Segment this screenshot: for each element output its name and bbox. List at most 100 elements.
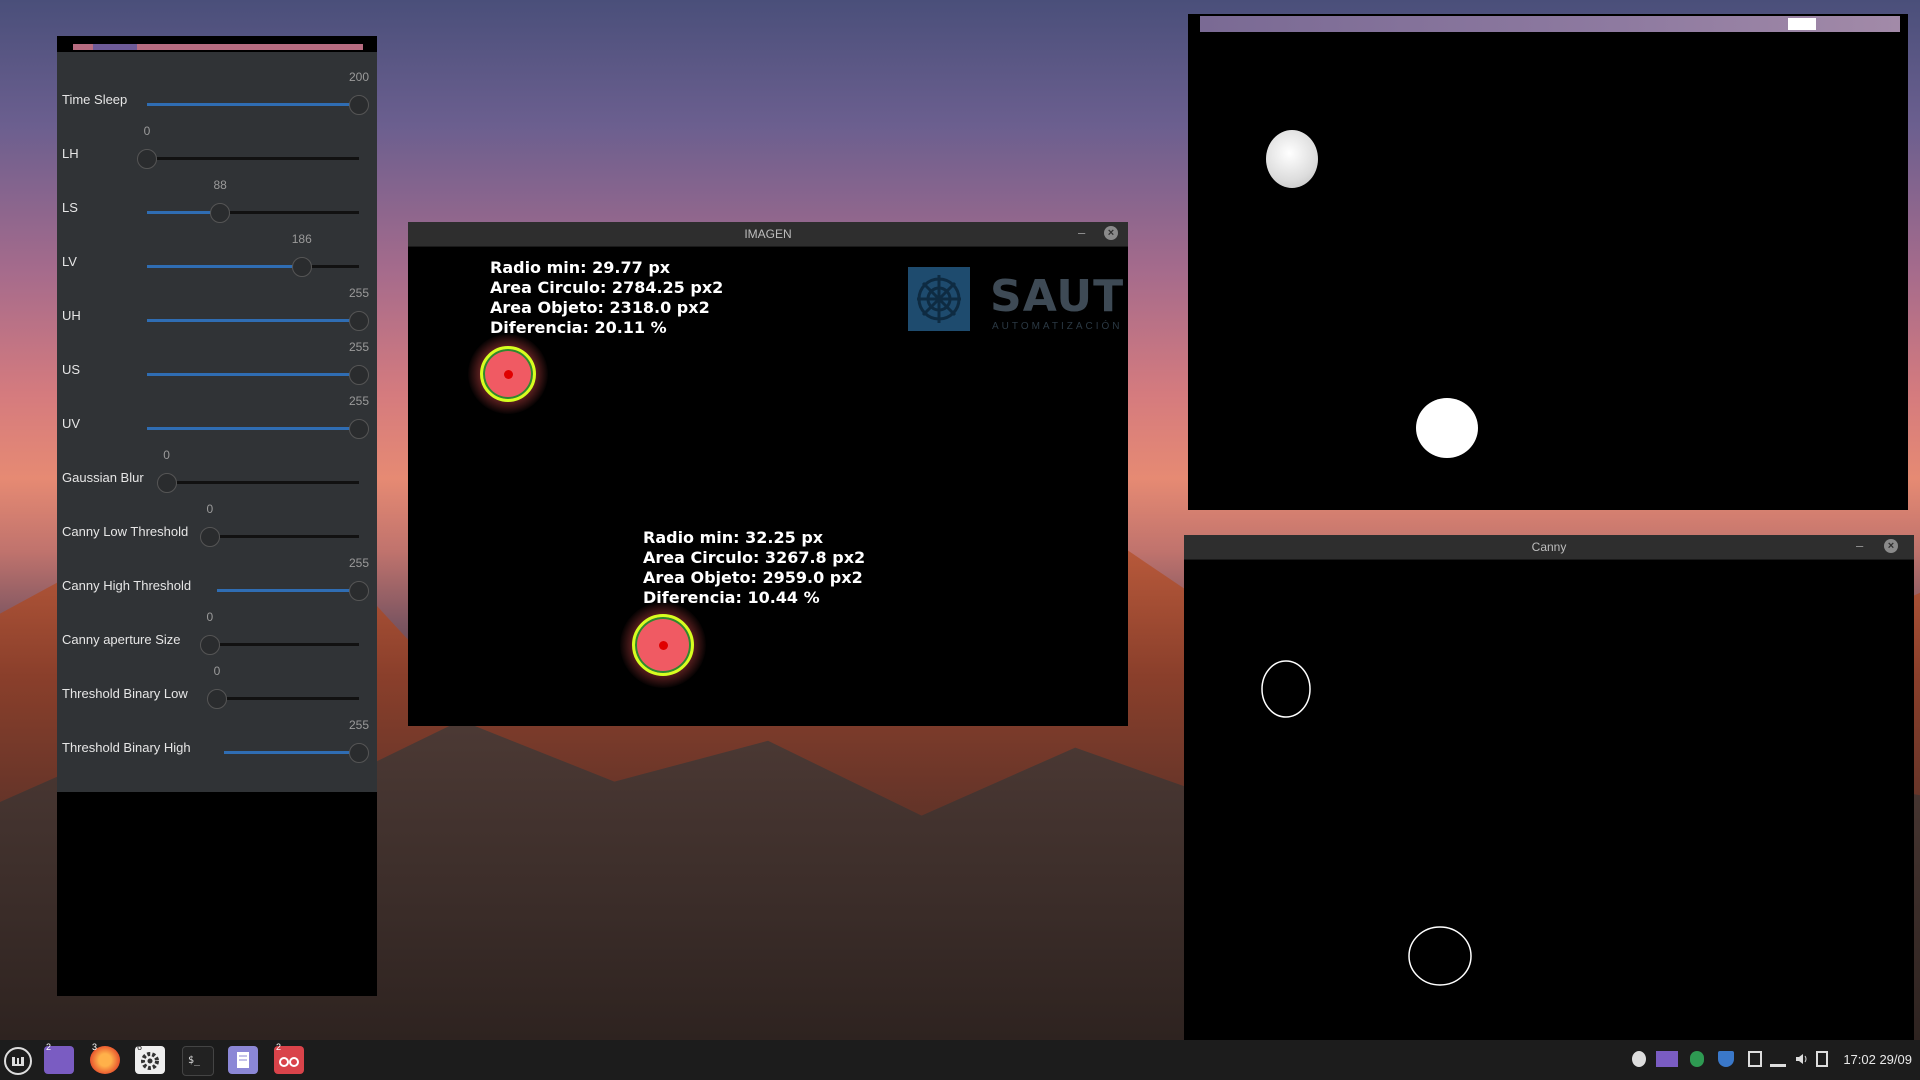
trackbar-handle[interactable]: [210, 203, 231, 223]
trackbar-value: 0: [213, 664, 221, 678]
image-viewer-launcher[interactable]: 2: [274, 1042, 304, 1074]
menu-button[interactable]: [4, 1047, 32, 1075]
trackbar-value: 186: [291, 232, 312, 246]
mask-blob-2: [1416, 398, 1478, 458]
volume-icon[interactable]: [1794, 1051, 1810, 1067]
text-editor-launcher[interactable]: [228, 1046, 258, 1074]
trackbar-handle[interactable]: [207, 689, 227, 709]
close-button[interactable]: ×: [1884, 539, 1898, 553]
trackbar-label: UV: [62, 416, 81, 431]
files-launcher[interactable]: 2: [44, 1042, 74, 1074]
taskbar: 2 3 6 $_ 2 17:02 29/09: [0, 1040, 1920, 1080]
workspace-icon[interactable]: [1656, 1051, 1678, 1067]
mask-blob-1: [1266, 130, 1318, 188]
trackbar-value: 0: [163, 448, 170, 462]
svg-text:$_: $_: [188, 1055, 201, 1066]
trackbar-label: Canny High Threshold: [62, 578, 192, 593]
trackbar-label: Threshold Binary Low: [62, 686, 188, 701]
difference-text: Diferencia: 20.11 %: [490, 318, 667, 337]
trackbar-handle[interactable]: [199, 635, 220, 655]
imagen-titlebar[interactable]: IMAGEN – ×: [408, 222, 1128, 247]
canny-titlebar[interactable]: Canny – ×: [1184, 535, 1914, 560]
logo-subtitle: AUTOMATIZACIÓN: [992, 321, 1123, 332]
trackbar-slider[interactable]: [147, 257, 359, 277]
trackbar-value: 88: [213, 178, 227, 192]
trackbar-value: 255: [348, 340, 370, 354]
bluetooth-icon[interactable]: [1690, 1051, 1704, 1067]
document-icon: [237, 1052, 249, 1068]
trackbar-slider[interactable]: [147, 311, 369, 331]
viewer-badge: 2: [276, 1042, 282, 1052]
trackbar-row: UV 255: [57, 394, 377, 448]
clipboard-icon[interactable]: [1816, 1051, 1828, 1067]
minimize-button[interactable]: –: [1078, 225, 1085, 240]
trackbar-slider[interactable]: [137, 149, 359, 169]
trackbar-fill: [217, 589, 359, 592]
trackbar-row: UH 255: [57, 286, 377, 340]
minimize-button[interactable]: –: [1856, 538, 1863, 553]
trackbar-label: Canny aperture Size: [62, 632, 181, 647]
trackbar-slider[interactable]: [147, 365, 369, 385]
trackbar-handle[interactable]: [199, 527, 220, 547]
trackbar-row: Canny Low Threshold 0: [57, 502, 377, 556]
trackbar-row: US 255: [57, 340, 377, 394]
imagen-window: IMAGEN – × Radio min: 29.77 px Area Circ…: [408, 222, 1128, 726]
trackbar-label: LH: [62, 146, 79, 161]
circle-area-text: Area Circulo: 3267.8 px2: [643, 548, 866, 567]
do-not-disturb-icon[interactable]: [1632, 1051, 1646, 1067]
canny-edges: [1261, 660, 1472, 986]
circle-area-text: Area Circulo: 2784.25 px2: [490, 278, 724, 297]
trackbar-slider[interactable]: [224, 743, 369, 763]
detected-ball-1: [468, 334, 548, 414]
trackbar-handle[interactable]: [349, 311, 369, 331]
trackbar-fill: [147, 319, 359, 322]
trackbar-handle[interactable]: [349, 581, 369, 601]
close-button[interactable]: ×: [1104, 226, 1118, 240]
trackbar-handle[interactable]: [349, 419, 369, 439]
update-manager-icon[interactable]: [1748, 1051, 1762, 1067]
trackbar-list: Time Sleep 200 LH 0 LS 88 LV 186 UH 255 US 255 UV 255…: [57, 52, 377, 792]
trackbar-slider[interactable]: [147, 419, 369, 439]
trackbar-handle[interactable]: [156, 473, 177, 493]
firefox-launcher[interactable]: 3: [90, 1042, 120, 1074]
shield-icon[interactable]: [1718, 1051, 1734, 1067]
terminal-icon: $_: [188, 1055, 201, 1066]
trackbar-slider[interactable]: [207, 689, 359, 709]
settings-launcher[interactable]: 6: [135, 1042, 165, 1074]
trackbar-label: Canny Low Threshold: [62, 524, 189, 539]
trackbar-slider[interactable]: [217, 581, 369, 601]
trackbar-row: Gaussian Blur 0: [57, 448, 377, 502]
trackbar-slider[interactable]: [147, 95, 369, 115]
window-title: Canny: [1531, 540, 1567, 554]
trackbar-slider[interactable]: [147, 203, 359, 223]
trackbar-slider[interactable]: [199, 527, 359, 547]
detected-ball-2: [620, 602, 706, 688]
trackbar-value: 255: [348, 394, 370, 408]
trackbar-handle[interactable]: [137, 149, 157, 169]
mask-window: [1188, 14, 1908, 510]
network-icon[interactable]: [1770, 1051, 1786, 1067]
trackbar-slider[interactable]: [156, 473, 359, 493]
trackbar-label: LV: [62, 254, 77, 269]
trackbar-row: Time Sleep 200: [57, 70, 377, 124]
trackbar-row: Threshold Binary Low 0: [57, 664, 377, 718]
trackbar-row: Threshold Binary High 255: [57, 718, 377, 772]
clock[interactable]: 17:02 29/09: [1843, 1052, 1912, 1067]
radius-text: Radio min: 32.25 px: [643, 528, 824, 547]
trackbar-handle[interactable]: [348, 743, 369, 763]
trackbar-handle[interactable]: [291, 257, 312, 277]
settings-badge: 6: [137, 1042, 143, 1052]
trackbar-slider[interactable]: [199, 635, 359, 655]
trackbar-value: 255: [348, 718, 370, 732]
trackbar-handle[interactable]: [349, 365, 369, 385]
trackbar-handle[interactable]: [349, 95, 369, 115]
trackbar-label: Time Sleep: [62, 92, 128, 107]
object-info-1: Radio min: 29.77 px Area Circulo: 2784.2…: [490, 258, 723, 338]
window-title: IMAGEN: [744, 227, 792, 241]
terminal-launcher[interactable]: $_: [182, 1046, 214, 1076]
radius-text: Radio min: 29.77 px: [490, 258, 671, 277]
object-area-text: Area Objeto: 2959.0 px2: [643, 568, 863, 587]
trackbar-window: Time Sleep 200 LH 0 LS 88 LV 186 UH 255 US 255 UV 255…: [57, 36, 377, 996]
trackbar-label: LS: [62, 200, 78, 215]
mask-image: [1190, 34, 1908, 510]
